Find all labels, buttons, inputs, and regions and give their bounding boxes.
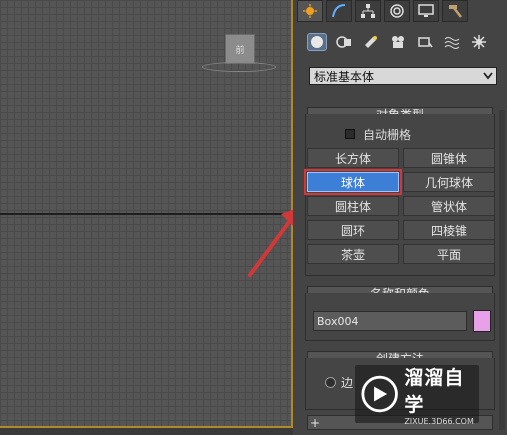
light-icon bbox=[365, 36, 377, 48]
monitor-icon bbox=[418, 4, 434, 17]
helpers-category-button[interactable] bbox=[415, 33, 435, 51]
watermark-logo-icon bbox=[361, 375, 398, 413]
cameras-category-button[interactable] bbox=[388, 33, 408, 51]
object-name-input[interactable]: Box004 bbox=[313, 311, 467, 331]
space-warps-category-button[interactable] bbox=[442, 33, 462, 51]
systems-category-button[interactable] bbox=[469, 33, 489, 51]
hammer-icon bbox=[449, 5, 462, 18]
watermark-title: 溜溜自学 bbox=[404, 366, 465, 416]
motion-tab[interactable] bbox=[384, 0, 410, 22]
autogrid-label: 自动栅格 bbox=[363, 127, 412, 142]
autogrid-checkbox[interactable] bbox=[345, 129, 355, 139]
torus-button[interactable]: 圆环 bbox=[307, 220, 399, 240]
hierarchy-tab[interactable] bbox=[355, 0, 381, 22]
edge-radio-label: 边 bbox=[341, 376, 354, 390]
primitive-type-value: 标准基本体 bbox=[314, 69, 375, 84]
primitive-type-select[interactable]: 标准基本体 bbox=[309, 67, 497, 85]
chevron-down-icon bbox=[480, 68, 496, 84]
teapot-button[interactable]: 茶壶 bbox=[307, 244, 399, 264]
hierarchy-icon bbox=[361, 4, 375, 18]
wave-icon bbox=[444, 37, 460, 49]
object-type-buttons: 长方体 圆锥体 球体 几何球体 圆柱体 管状体 圆环 四棱锥 茶壶 平面 bbox=[304, 148, 495, 264]
creation-method-edge-option[interactable]: 边 bbox=[325, 374, 353, 391]
create-tab[interactable] bbox=[297, 0, 323, 22]
watermark-subtitle: ZIXUE.3D66.COM bbox=[404, 416, 474, 426]
object-color-swatch[interactable] bbox=[473, 310, 491, 332]
curve-icon bbox=[332, 4, 346, 18]
cone-button[interactable]: 圆锥体 bbox=[403, 148, 495, 168]
gear-icon bbox=[472, 35, 486, 49]
shapes-category-button[interactable] bbox=[334, 33, 354, 51]
motion-icon bbox=[390, 4, 404, 18]
camera-icon bbox=[392, 36, 404, 48]
geometry-category-button[interactable] bbox=[307, 33, 327, 51]
edge-radio[interactable] bbox=[325, 377, 336, 388]
utilities-tab[interactable] bbox=[442, 0, 468, 22]
tape-measure-icon bbox=[418, 37, 433, 48]
pyramid-button[interactable]: 四棱锥 bbox=[403, 220, 495, 240]
sphere-icon bbox=[311, 36, 323, 48]
display-tab[interactable] bbox=[413, 0, 439, 22]
lights-category-button[interactable] bbox=[361, 33, 381, 51]
tube-button[interactable]: 管状体 bbox=[403, 196, 495, 216]
shapes-icon bbox=[336, 36, 351, 48]
object-category-toolbar bbox=[307, 33, 489, 51]
cylinder-button[interactable]: 圆柱体 bbox=[307, 196, 399, 216]
sun-icon bbox=[303, 4, 317, 18]
sphere-button[interactable]: 球体 bbox=[304, 169, 402, 195]
plane-button[interactable]: 平面 bbox=[403, 244, 495, 264]
autogrid-option[interactable]: 自动栅格 bbox=[345, 126, 411, 142]
panel-scrollbar[interactable] bbox=[499, 110, 505, 430]
geosphere-button[interactable]: 几何球体 bbox=[403, 172, 495, 192]
watermark: 溜溜自学 ZIXUE.3D66.COM bbox=[355, 365, 479, 426]
modify-tab[interactable] bbox=[326, 0, 352, 22]
box-button[interactable]: 长方体 bbox=[307, 148, 399, 168]
command-panel-tabs bbox=[297, 0, 468, 24]
expand-icon: + bbox=[309, 415, 321, 430]
